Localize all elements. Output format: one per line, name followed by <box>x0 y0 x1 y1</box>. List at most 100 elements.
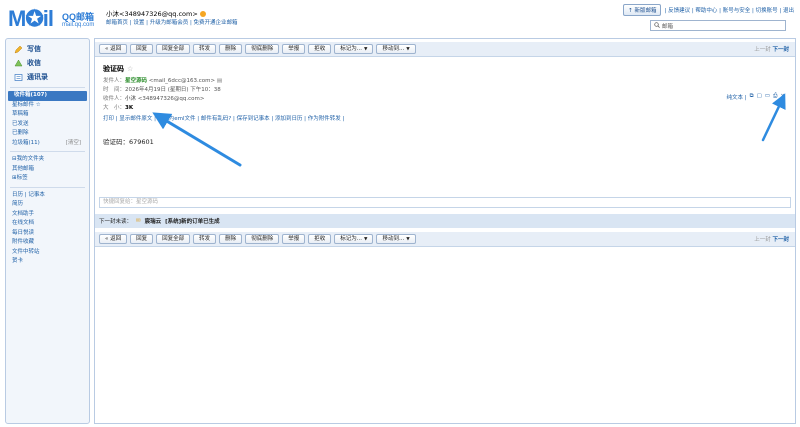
folder-item[interactable]: 垃圾箱(11) [清空] <box>6 139 89 149</box>
move-to-dropdown[interactable]: 移动到... ▼ <box>376 234 416 244</box>
forward-button[interactable]: 转发 <box>193 44 217 54</box>
app-item[interactable]: 日历 | 记事本 <box>6 191 89 201</box>
reject-button[interactable]: 拒收 <box>308 44 332 54</box>
folder-group-item-label: ⊟我的文件夹 <box>12 156 45 162</box>
vip-icon[interactable] <box>199 11 206 17</box>
folder-item-label: 已删除 <box>12 130 29 136</box>
reply-button[interactable]: 回复 <box>130 44 154 54</box>
top-right-links: ↑ 新版邮箱 | 反馈建议 | 帮助中心 | 账号与安全 | 切换账号 | 退出 <box>623 4 794 16</box>
prev-mail-link[interactable]: 上一封 <box>754 237 771 243</box>
permanent-delete-button[interactable]: 彻底删除 <box>245 44 280 54</box>
user-account: 小沐<348947326@qq.com> <box>106 8 206 18</box>
pencil-icon <box>14 45 23 54</box>
archive-icon[interactable]: ▢ <box>757 93 762 101</box>
write-mail-button[interactable]: 写信 <box>6 42 89 56</box>
star-icon[interactable]: ☆ <box>127 65 133 73</box>
quick-reply-input[interactable]: 快捷回复给：星空源码 <box>99 197 791 208</box>
prev-mail-link[interactable]: 上一封 <box>754 47 771 53</box>
mark-as-label: 标记为... <box>340 236 362 242</box>
contacts-icon <box>14 73 23 82</box>
app-item-label: 附件收藏 <box>12 239 35 245</box>
app-item[interactable]: 附件收藏 <box>6 238 89 248</box>
app-item-label: 在线文档 <box>12 220 35 226</box>
folder-item-label: 收件箱(107) <box>14 92 48 98</box>
folder-list: 收件箱(107) 星标邮件 ☆ 草稿箱 已发送已删除垃圾箱(11) [清空] <box>6 91 89 148</box>
folder-item-label: 星标邮件 ☆ <box>12 101 41 108</box>
move-to-dropdown[interactable]: 移动到... ▼ <box>376 44 416 54</box>
app-item[interactable]: 文档助手 <box>6 210 89 220</box>
app-list: 日历 | 记事本 简历 文档助手在线文档每日悦读 附件收藏文件中转站贺卡 <box>6 191 89 267</box>
mark-as-dropdown[interactable]: 标记为... ▼ <box>334 44 374 54</box>
sidebar-divider <box>10 87 85 88</box>
next-mail-link[interactable]: 下一封 <box>772 47 789 53</box>
move-to-label: 移动到... <box>382 236 405 242</box>
delete-button[interactable]: 删除 <box>219 44 243 54</box>
new-window-icon[interactable]: ⧉ <box>750 93 754 101</box>
permanent-delete-button[interactable]: 彻底删除 <box>245 234 280 244</box>
recipient-row: 收件人：小沐 <348947326@qq.com> <box>103 94 204 102</box>
mail-actions[interactable]: 打印 | 显示邮件原文 | 导出为eml文件 | 邮件有乱码? | 保存到记事本… <box>103 114 344 122</box>
app-item[interactable]: 文件中转站 <box>6 248 89 258</box>
app-item-label: 文档助手 <box>12 210 35 217</box>
contacts-label: 通讯录 <box>27 73 48 81</box>
new-version-button[interactable]: ↑ 新版邮箱 <box>623 4 662 16</box>
next-unread-sender[interactable]: 宸瑞云 <box>145 217 162 225</box>
receive-icon <box>14 59 23 68</box>
search-input[interactable]: 邮箱 <box>650 20 786 31</box>
print-icon[interactable]: ⎙ <box>773 93 777 101</box>
add-contact-icon[interactable]: ▤ <box>217 78 222 84</box>
folder-item-label: 已发送 <box>12 120 29 127</box>
forward-button[interactable]: 转发 <box>193 234 217 244</box>
folder-icon[interactable]: ▭ <box>765 93 770 101</box>
app-item-label: 文件中转站 <box>12 248 40 255</box>
user-links[interactable]: 邮箱首页 | 设置 | 升级为邮箱会员 | 免费开通企业邮箱 <box>106 18 238 26</box>
reply-button[interactable]: 回复 <box>130 234 154 244</box>
reply-all-button[interactable]: 回复全部 <box>156 234 191 244</box>
folder-item[interactable]: 收件箱(107) <box>8 91 87 101</box>
app-item-label: 贺卡 <box>12 258 24 264</box>
contacts-button[interactable]: 通讯录 <box>6 70 89 84</box>
mail-size: 3K <box>125 105 134 111</box>
reply-all-button[interactable]: 回复全部 <box>156 44 191 54</box>
report-button[interactable]: 举报 <box>282 234 306 244</box>
top-nav-links[interactable]: | 反馈建议 | 帮助中心 | 账号与安全 | 切换账号 | 退出 <box>664 6 794 14</box>
close-icon[interactable]: × <box>780 93 785 101</box>
back-button[interactable]: « 返回 <box>99 44 128 54</box>
mail-body: 验证码：679601 <box>103 138 154 146</box>
folder-item[interactable]: 已发送 <box>6 120 89 130</box>
top-toolbar: « 返回 回复 回复全部 转发 删除 彻底删除 举报 拒收 标记为... ▼ 移动… <box>95 42 795 57</box>
mail-reader: « 返回 回复 回复全部 转发 删除 彻底删除 举报 拒收 标记为... ▼ 移动… <box>94 38 796 424</box>
back-button[interactable]: « 返回 <box>99 234 128 244</box>
sender-name[interactable]: 星空源码 <box>125 78 147 84</box>
app-item[interactable]: 简历 <box>6 200 89 210</box>
folder-item[interactable]: 草稿箱 <box>6 110 89 120</box>
next-mail-link[interactable]: 下一封 <box>772 237 789 243</box>
receive-mail-button[interactable]: 收信 <box>6 56 89 70</box>
next-unread-label: 下一封未读： <box>99 219 133 225</box>
folder-item[interactable]: 星标邮件 ☆ <box>6 101 89 111</box>
folder-item[interactable]: 已删除 <box>6 129 89 139</box>
folder-group-item[interactable]: ⊞标签 <box>6 174 89 184</box>
mark-as-dropdown[interactable]: 标记为... ▼ <box>334 234 374 244</box>
bottom-toolbar: « 返回 回复 回复全部 转发 删除 彻底删除 举报 拒收 标记为... ▼ 移动… <box>95 232 795 247</box>
plain-text-link[interactable]: 纯文本 | <box>727 93 747 101</box>
qqmail-logo[interactable]: M✪il QQ邮箱 mail.qq.com <box>8 4 98 34</box>
sender-row: 发件人：星空源码 <mail_6dcc@163.com> ▤ <box>103 76 222 84</box>
user-email: 小沐<348947326@qq.com> <box>106 10 198 18</box>
app-item[interactable]: 贺卡 <box>6 257 89 267</box>
folder-group-item[interactable]: 其他邮箱 <box>6 165 89 175</box>
envelope-icon: ✉ <box>136 218 141 224</box>
recipient-name: 小沐 <box>125 96 137 102</box>
header: M✪il QQ邮箱 mail.qq.com 小沐<348947326@qq.co… <box>0 0 800 38</box>
empty-trash-link[interactable]: [清空] <box>66 139 81 149</box>
size-row: 大 小：3K <box>103 103 133 111</box>
mail-time: 2026年4月19日 (星期日) 下午10：38 <box>125 87 221 93</box>
report-button[interactable]: 举报 <box>282 44 306 54</box>
reject-button[interactable]: 拒收 <box>308 234 332 244</box>
next-unread-subject[interactable]: [系统]新的订单已生成 <box>165 217 220 225</box>
delete-button[interactable]: 删除 <box>219 234 243 244</box>
folder-group-item[interactable]: ⊟我的文件夹 <box>6 155 89 165</box>
app-item[interactable]: 在线文档 <box>6 219 89 229</box>
app-item[interactable]: 每日悦读 <box>6 229 89 239</box>
mail-pager: 上一封 下一封 <box>754 45 789 53</box>
